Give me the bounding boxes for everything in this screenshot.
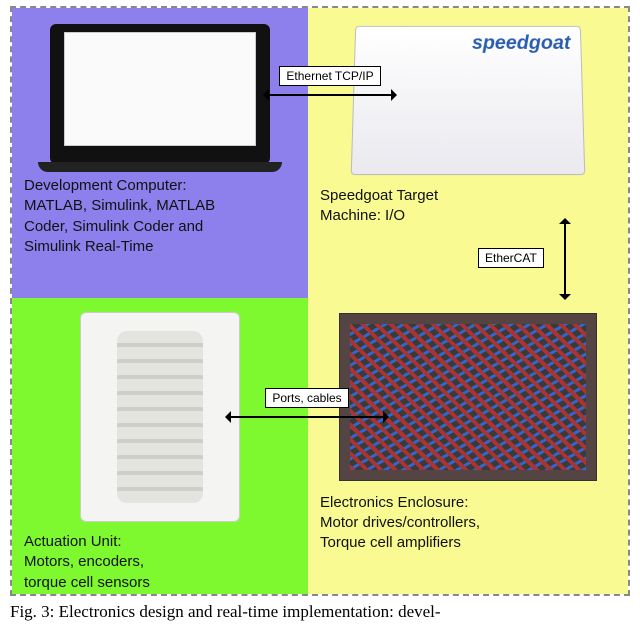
dev-line1: MATLAB, Simulink, MATLAB bbox=[24, 197, 215, 214]
enclosure-line2: Torque cell amplifiers bbox=[320, 534, 461, 551]
actuator-icon bbox=[80, 312, 240, 522]
dev-label: Development Computer: MATLAB, Simulink, … bbox=[24, 176, 296, 257]
enclosure-line1: Motor drives/controllers, bbox=[320, 514, 480, 531]
target-line1: Machine: I/O bbox=[320, 207, 405, 224]
actuation-title: Actuation Unit: bbox=[24, 533, 122, 550]
arrow-ports-label: Ports, cables bbox=[265, 388, 348, 408]
figure-caption: Fig. 3: Electronics design and real-time… bbox=[0, 600, 640, 628]
system-diagram: Development Computer: MATLAB, Simulink, … bbox=[10, 6, 630, 596]
actuation-line2: torque cell sensors bbox=[24, 574, 150, 591]
arrow-ethercat-label: EtherCAT bbox=[478, 248, 544, 268]
target-label: Speedgoat Target Machine: I/O bbox=[320, 186, 616, 227]
actuation-line1: Motors, encoders, bbox=[24, 553, 144, 570]
panel-development-computer: Development Computer: MATLAB, Simulink, … bbox=[12, 8, 308, 298]
panel-actuation-unit: Actuation Unit: Motors, encoders, torque… bbox=[12, 298, 308, 594]
target-title: Speedgoat Target bbox=[320, 187, 438, 204]
dev-title: Development Computer: bbox=[24, 177, 187, 194]
dev-line3: Simulink Real-Time bbox=[24, 238, 153, 255]
enclosure-label: Electronics Enclosure: Motor drives/cont… bbox=[320, 493, 616, 554]
speedgoat-icon bbox=[351, 26, 586, 175]
actuation-label: Actuation Unit: Motors, encoders, torque… bbox=[24, 532, 296, 593]
arrow-ports-cables: Ports, cables bbox=[222, 388, 392, 418]
laptop-icon bbox=[50, 24, 270, 164]
arrow-ethernet: Ethernet TCP/IP bbox=[260, 66, 400, 96]
enclosure-title: Electronics Enclosure: bbox=[320, 494, 468, 511]
arrow-ethernet-label: Ethernet TCP/IP bbox=[279, 66, 380, 86]
dev-line2: Coder, Simulink Coder and bbox=[24, 218, 203, 235]
